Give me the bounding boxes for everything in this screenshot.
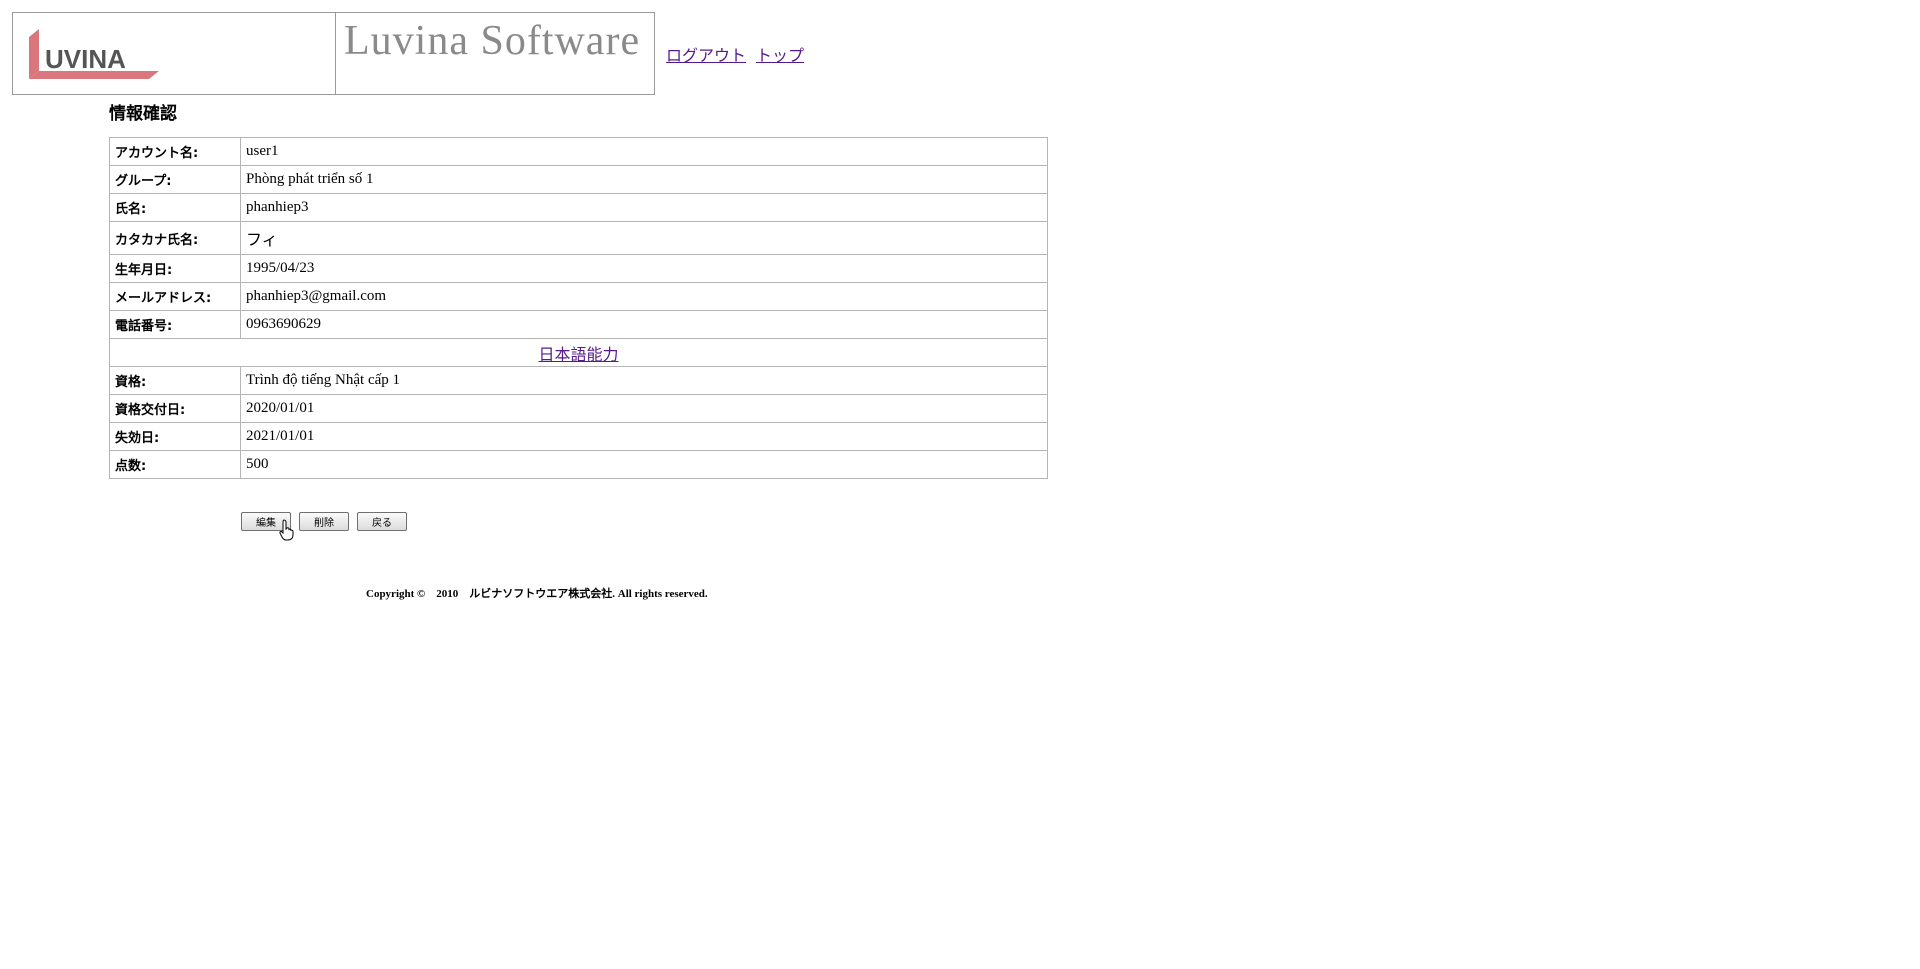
row-label: アカウント名: <box>109 137 241 166</box>
top-nav: ログアウト トップ <box>666 42 814 66</box>
row-value: 2020/01/01 <box>240 394 1048 423</box>
row-label: 失効日: <box>109 422 241 451</box>
table-row: メールアドレス: phanhiep3@gmail.com <box>109 282 1048 311</box>
row-value: 500 <box>240 450 1048 479</box>
table-row: アカウント名: user1 <box>109 137 1048 166</box>
row-label: 生年月日: <box>109 254 241 283</box>
delete-button[interactable]: 削除 <box>299 512 349 531</box>
row-label: グループ: <box>109 165 241 194</box>
logo-cell: UVINA <box>13 13 336 94</box>
table-row: 失効日: 2021/01/01 <box>109 422 1048 451</box>
header-banner: UVINA Luvina Software <box>12 12 655 95</box>
table-row: 氏名: phanhiep3 <box>109 193 1048 222</box>
japanese-section-header: 日本語能力 <box>109 338 1048 367</box>
row-value: user1 <box>240 137 1048 166</box>
row-label: メールアドレス: <box>109 282 241 311</box>
page-title: 情報確認 <box>109 104 177 124</box>
row-label: 氏名: <box>109 193 241 222</box>
row-label: 点数: <box>109 450 241 479</box>
row-value: フィ <box>240 221 1048 255</box>
row-value: 1995/04/23 <box>240 254 1048 283</box>
japanese-ability-link[interactable]: 日本語能力 <box>538 345 618 364</box>
back-button[interactable]: 戻る <box>357 512 407 531</box>
row-value: 0963690629 <box>240 310 1048 339</box>
row-label: 資格: <box>109 366 241 395</box>
action-buttons: 編集 削除 戻る <box>241 512 407 531</box>
table-row: カタカナ氏名: フィ <box>109 221 1048 255</box>
brand-title: Luvina Software <box>344 18 641 64</box>
row-value: phanhiep3 <box>240 193 1048 222</box>
hand-cursor-icon <box>279 519 294 541</box>
table-row: 資格: Trình độ tiếng Nhật cấp 1 <box>109 366 1048 395</box>
row-value: phanhiep3@gmail.com <box>240 282 1048 311</box>
logout-link[interactable]: ログアウト <box>666 46 746 65</box>
user-info-table: アカウント名: user1 グループ: Phòng phát triển số … <box>109 137 1048 479</box>
table-row: グループ: Phòng phát triển số 1 <box>109 165 1048 194</box>
row-label: 資格交付日: <box>109 394 241 423</box>
row-value: 2021/01/01 <box>240 422 1048 451</box>
row-label: 電話番号: <box>109 310 241 339</box>
top-link[interactable]: トップ <box>756 46 804 65</box>
section-header-row: 日本語能力 <box>109 338 1048 367</box>
brand-cell: Luvina Software <box>336 13 654 94</box>
row-label: カタカナ氏名: <box>109 221 241 255</box>
table-row: 点数: 500 <box>109 450 1048 479</box>
row-value: Phòng phát triển số 1 <box>240 165 1048 194</box>
table-row: 資格交付日: 2020/01/01 <box>109 394 1048 423</box>
table-row: 生年月日: 1995/04/23 <box>109 254 1048 283</box>
luvina-logo: UVINA <box>29 29 159 79</box>
row-value: Trình độ tiếng Nhật cấp 1 <box>240 366 1048 395</box>
copyright-text: Copyright © 2010 ルビナソフトウエア株式会社. All righ… <box>366 588 708 600</box>
table-row: 電話番号: 0963690629 <box>109 310 1048 339</box>
logo-text: UVINA <box>45 44 126 74</box>
